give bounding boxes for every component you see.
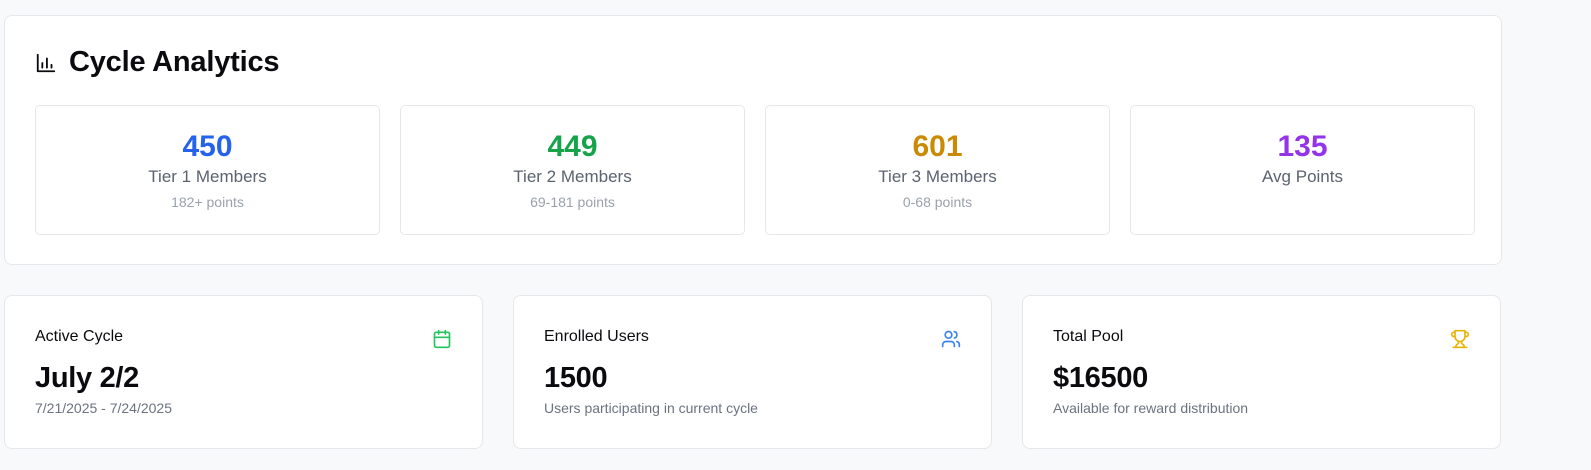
tier-value: 601 [912,130,963,163]
cycle-analytics-panel: Cycle Analytics 450 Tier 1 Members 182+ … [4,15,1502,265]
calendar-icon [432,329,452,349]
page-title: Cycle Analytics [69,46,280,78]
tier-card-2: 449 Tier 2 Members 69-181 points [400,105,745,235]
active-cycle-card: Active Cycle July 2/2 7/21/2025 - 7/24/2… [4,295,483,449]
tier-card-3: 601 Tier 3 Members 0-68 points [765,105,1110,235]
stat-value: 1500 [544,362,608,394]
stat-title: Total Pool [1053,328,1124,345]
stat-title: Active Cycle [35,328,124,345]
tier-label: Tier 2 Members [513,167,632,186]
tier-points-range: 182+ points [171,194,244,210]
tier-label: Tier 3 Members [878,167,997,186]
stat-description: 7/21/2025 - 7/24/2025 [35,400,173,416]
stat-title: Enrolled Users [544,328,649,345]
tier-label: Tier 1 Members [148,167,267,186]
tier-stats-grid: 450 Tier 1 Members 182+ points 449 Tier … [35,105,1475,235]
tier-value: 450 [182,130,233,163]
stat-value: July 2/2 [35,362,139,394]
stat-description: Available for reward distribution [1053,400,1249,416]
users-icon [941,329,961,349]
stat-description: Users participating in current cycle [544,400,758,416]
bar-chart-icon [35,52,57,74]
tier-points-range: 69-181 points [530,194,615,210]
tier-value: 135 [1277,130,1328,163]
tier-points-range: 0-68 points [902,194,973,210]
tier-value: 449 [547,130,598,163]
total-pool-card: Total Pool $16500 Available for reward d… [1022,295,1501,449]
analytics-header: Cycle Analytics [35,46,280,79]
stat-value: $16500 [1053,362,1148,394]
enrolled-users-card: Enrolled Users 1500 Users participating … [513,295,992,449]
summary-stats-row: Active Cycle July 2/2 7/21/2025 - 7/24/2… [4,295,1501,449]
tier-card-1: 450 Tier 1 Members 182+ points [35,105,380,235]
trophy-icon [1450,329,1470,349]
avg-points-card: 135 Avg Points [1130,105,1475,235]
tier-label: Avg Points [1262,167,1343,186]
